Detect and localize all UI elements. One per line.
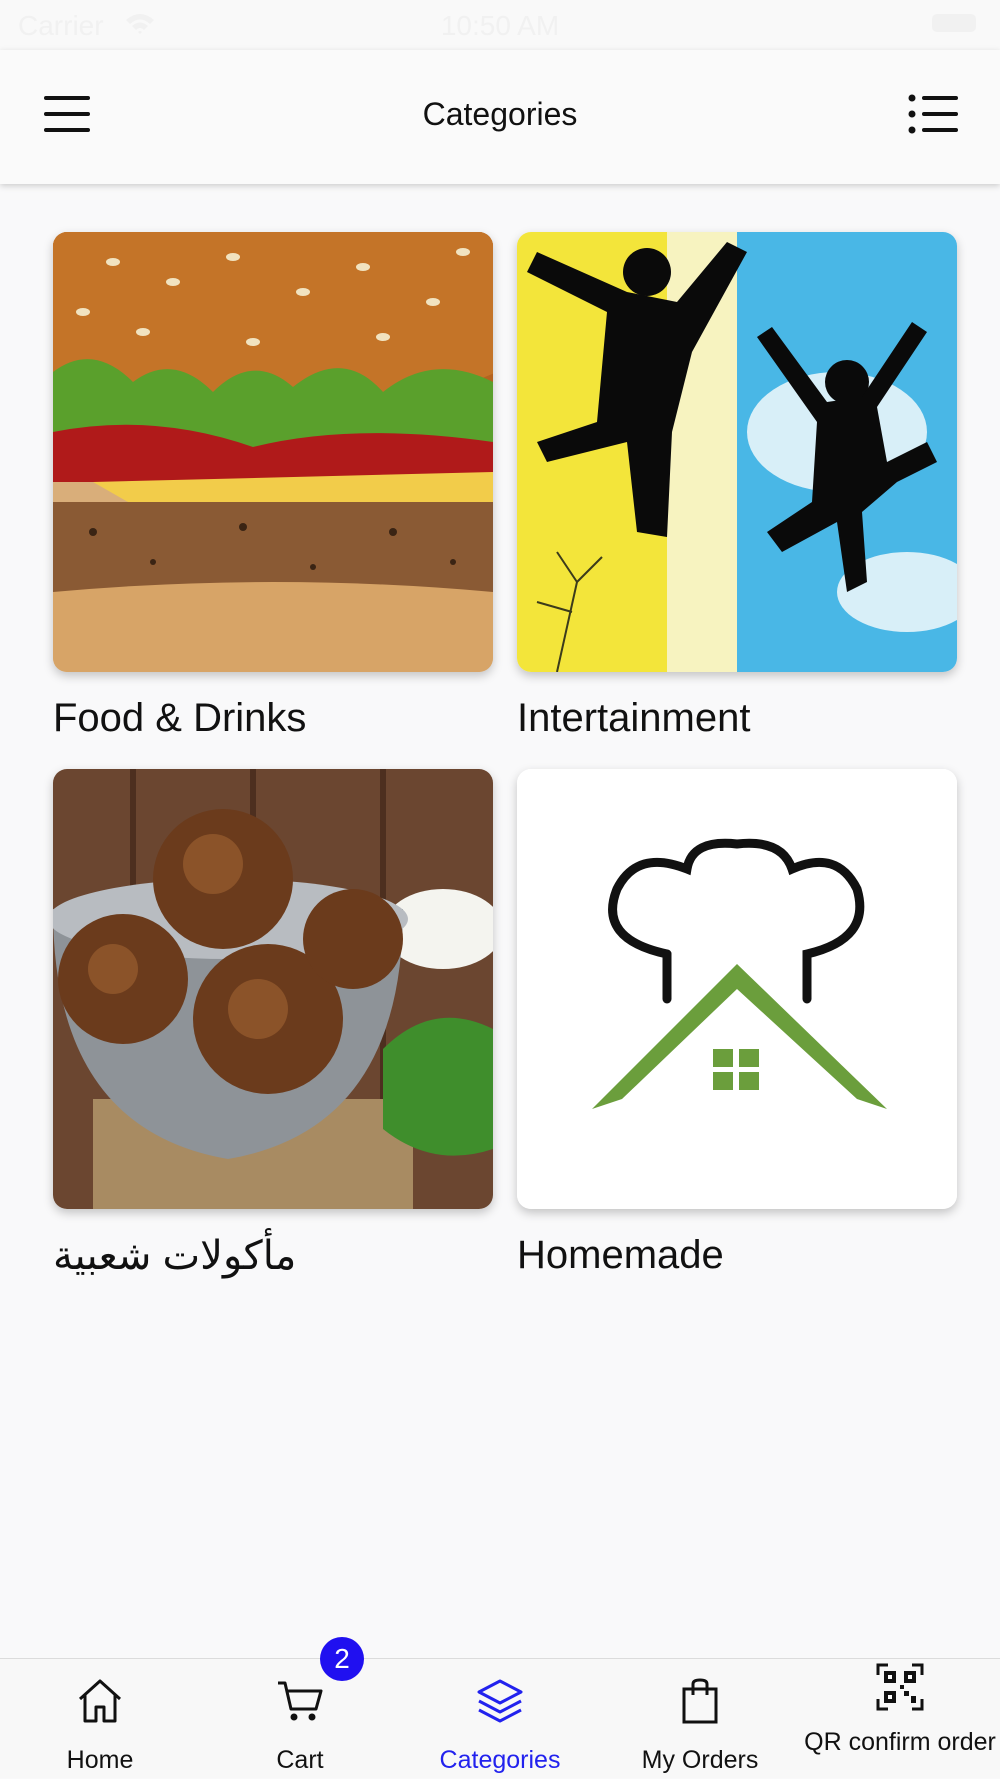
status-bar: Carrier 10:50 AM: [0, 0, 1000, 50]
top-app-bar: Categories: [0, 50, 1000, 184]
tab-label: Home: [66, 1746, 134, 1774]
chef-hat-house-logo: [517, 769, 957, 1209]
jumping-people-image: [517, 232, 957, 672]
category-label: Homemade: [517, 1233, 724, 1277]
category-label: مأكولات شعبية: [53, 1234, 297, 1278]
home-icon: [76, 1677, 124, 1725]
cart-icon: [276, 1677, 324, 1725]
tab-qr-confirm-order[interactable]: QR confirm order: [800, 1659, 1000, 1779]
cart-count-badge: 2: [320, 1637, 364, 1681]
tab-label: My Orders: [641, 1746, 759, 1774]
burger-image: [53, 232, 493, 672]
tab-categories[interactable]: Categories: [400, 1659, 600, 1779]
bottom-tab-bar: Home Cart Categories My Orders QR confir…: [0, 1637, 1000, 1779]
qr-code-icon: [876, 1663, 924, 1711]
category-card-homemade[interactable]: Homemade: [517, 769, 957, 1278]
tab-label: QR confirm order: [804, 1728, 996, 1756]
tab-label: Cart: [276, 1746, 324, 1774]
category-card-entertainment[interactable]: Intertainment: [517, 232, 957, 741]
layers-icon: [476, 1677, 524, 1725]
list-view-icon[interactable]: [906, 88, 960, 140]
category-card-popular-food[interactable]: مأكولات شعبية: [53, 769, 493, 1279]
category-label: Food & Drinks: [53, 696, 307, 740]
falafel-image: [53, 769, 493, 1209]
shopping-bag-icon: [676, 1677, 724, 1725]
tab-my-orders[interactable]: My Orders: [600, 1659, 800, 1779]
category-card-food-drinks[interactable]: Food & Drinks: [53, 232, 493, 741]
clock: 10:50 AM: [440, 10, 560, 41]
page-title: Categories: [422, 96, 578, 132]
tab-label: Categories: [439, 1746, 561, 1774]
tab-cart[interactable]: Cart: [200, 1659, 400, 1779]
tab-home[interactable]: Home: [0, 1659, 200, 1779]
battery-icon: [932, 14, 976, 32]
category-label: Intertainment: [517, 696, 751, 740]
hamburger-menu-icon[interactable]: [40, 88, 94, 140]
